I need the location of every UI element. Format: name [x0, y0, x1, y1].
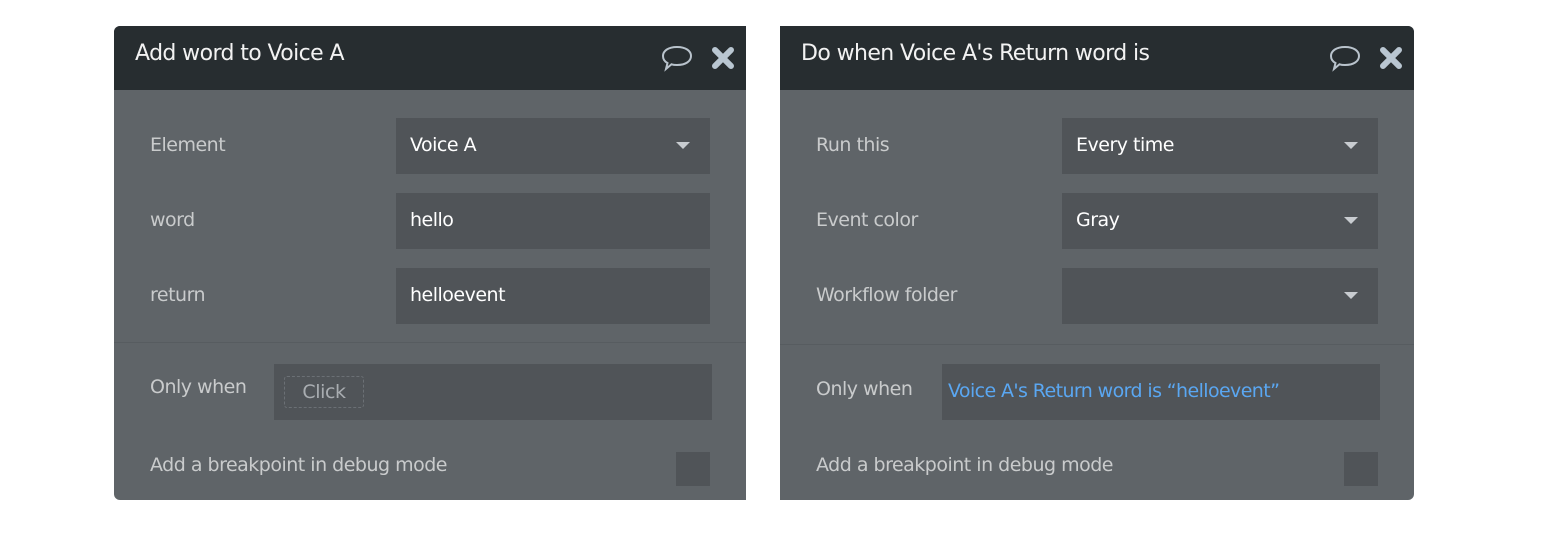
- action-panel-add-word: Add word to Voice A Element Voice A word…: [114, 26, 746, 500]
- breakpoint-row: Add a breakpoint in debug mode: [114, 450, 746, 500]
- breakpoint-row: Add a breakpoint in debug mode: [780, 450, 1414, 500]
- close-icon[interactable]: [706, 42, 740, 74]
- only-when-label: Only when: [150, 376, 247, 398]
- breakpoint-checkbox[interactable]: [676, 452, 710, 486]
- breakpoint-label: Add a breakpoint in debug mode: [150, 454, 448, 476]
- run-this-dropdown[interactable]: Every time: [1062, 118, 1378, 174]
- field-label: Element: [150, 134, 226, 156]
- only-when-condition-input[interactable]: Voice A's Return word is “helloevent”: [942, 364, 1380, 420]
- workflow-folder-dropdown[interactable]: [1062, 268, 1378, 324]
- only-when-condition-input[interactable]: Click: [274, 364, 712, 420]
- field-row-event-color: Event color Gray: [780, 193, 1414, 249]
- panel-title: Do when Voice A's Return word is: [801, 41, 1150, 66]
- panel-header: Do when Voice A's Return word is: [780, 26, 1414, 90]
- section-divider: [114, 342, 746, 343]
- speech-bubble-icon[interactable]: [1328, 42, 1362, 74]
- dropdown-value: Every time: [1076, 134, 1174, 156]
- chevron-down-icon: [1344, 292, 1358, 299]
- element-dropdown[interactable]: Voice A: [396, 118, 710, 174]
- word-input[interactable]: hello: [396, 193, 710, 249]
- field-label: return: [150, 284, 206, 306]
- close-icon[interactable]: [1374, 42, 1408, 74]
- field-row-word: word hello: [114, 193, 746, 249]
- event-panel-return-word: Do when Voice A's Return word is Run thi…: [780, 26, 1414, 500]
- dropdown-value: Gray: [1076, 209, 1120, 231]
- field-label: Run this: [816, 134, 890, 156]
- field-row-workflow-folder: Workflow folder: [780, 268, 1414, 324]
- click-placeholder[interactable]: Click: [284, 376, 364, 408]
- input-value: hello: [410, 209, 454, 231]
- breakpoint-checkbox[interactable]: [1344, 452, 1378, 486]
- only-when-label: Only when: [816, 378, 913, 400]
- field-label: Event color: [816, 209, 918, 231]
- dropdown-value: Voice A: [410, 134, 477, 156]
- field-row-element: Element Voice A: [114, 118, 746, 174]
- chevron-down-icon: [1344, 217, 1358, 224]
- section-divider: [780, 344, 1414, 345]
- return-input[interactable]: helloevent: [396, 268, 710, 324]
- speech-bubble-icon[interactable]: [660, 42, 694, 74]
- field-row-run-this: Run this Every time: [780, 118, 1414, 174]
- panel-header: Add word to Voice A: [114, 26, 746, 90]
- chevron-down-icon: [676, 142, 690, 149]
- field-row-return: return helloevent: [114, 268, 746, 324]
- only-when-row: Only when Voice A's Return word is “hell…: [780, 364, 1414, 420]
- panel-title: Add word to Voice A: [135, 41, 345, 66]
- field-label: Workflow folder: [816, 284, 957, 306]
- input-value: helloevent: [410, 284, 506, 306]
- only-when-row: Only when Click: [114, 364, 746, 420]
- field-label: word: [150, 209, 195, 231]
- event-color-dropdown[interactable]: Gray: [1062, 193, 1378, 249]
- chevron-down-icon: [1344, 142, 1358, 149]
- breakpoint-label: Add a breakpoint in debug mode: [816, 454, 1114, 476]
- condition-expression[interactable]: Voice A's Return word is “helloevent”: [948, 380, 1280, 402]
